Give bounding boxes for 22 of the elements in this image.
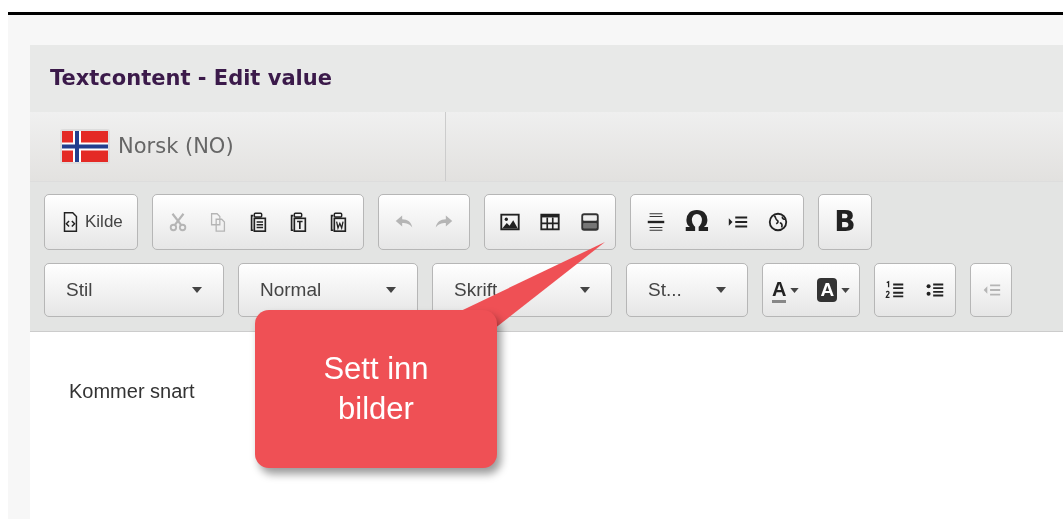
- caret-icon: [841, 287, 851, 293]
- flag-icon: [60, 129, 110, 164]
- caret-icon: [386, 287, 396, 293]
- dialog-title: Textcontent - Edit value: [50, 64, 332, 92]
- editor-text: Kommer snart: [69, 379, 196, 404]
- globe-icon: [766, 211, 789, 233]
- background-color-button[interactable]: A: [809, 272, 859, 308]
- dropdown[interactable]: Stil: [46, 264, 222, 316]
- image-icon: [498, 211, 521, 233]
- toolbar-button[interactable]: B: [824, 204, 865, 240]
- video-icon: [578, 211, 601, 233]
- table-icon: [538, 211, 561, 233]
- caret-icon: [580, 287, 590, 293]
- callout-text: Sett inn bilder: [322, 350, 430, 428]
- toolbar-button[interactable]: Ω: [676, 204, 717, 240]
- caret-icon: [192, 287, 202, 293]
- caret-icon: [790, 287, 800, 293]
- dropdown[interactable]: St...: [628, 264, 746, 316]
- dropdown[interactable]: Normal: [240, 264, 416, 316]
- caret-icon: [716, 287, 726, 293]
- source-button[interactable]: Kilde: [51, 204, 131, 240]
- text-color-button[interactable]: A: [764, 272, 808, 308]
